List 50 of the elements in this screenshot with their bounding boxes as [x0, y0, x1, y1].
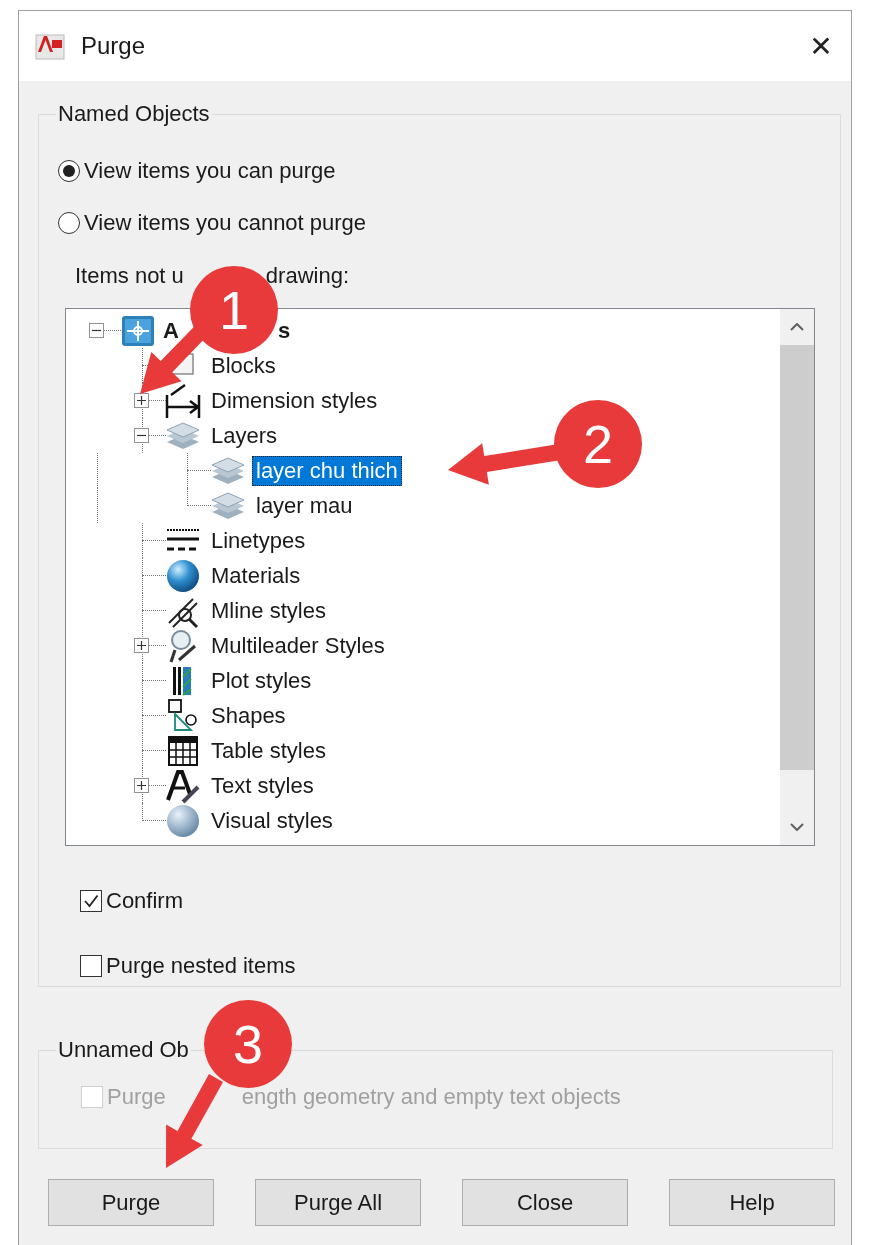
- tree-item[interactable]: Linetypes: [207, 525, 310, 556]
- sphere-icon: [165, 557, 201, 594]
- option-label: Purge nested items: [106, 953, 296, 979]
- scroll-down-icon: [790, 823, 804, 831]
- plus-icon: [136, 640, 147, 651]
- expander-toggle[interactable]: [134, 638, 149, 653]
- tree-item[interactable]: Layers: [207, 420, 282, 451]
- expander-toggle[interactable]: [134, 778, 149, 793]
- scrollbar-thumb[interactable]: [780, 345, 814, 770]
- dialog-button[interactable]: Purge: [48, 1179, 214, 1226]
- app-icon: [35, 32, 65, 60]
- option-label: View items you cannot purge: [84, 210, 367, 236]
- option-label: Purge: [107, 1084, 166, 1110]
- tree-item[interactable]: layer mau: [252, 490, 357, 521]
- tree-item[interactable]: Dimension styles: [207, 385, 382, 416]
- tree-item[interactable]: Materials: [207, 560, 305, 591]
- tree-label: Items not u: [75, 263, 184, 289]
- group-title: Unnamed Ob: [57, 1037, 190, 1063]
- checkbox[interactable]: [80, 955, 102, 977]
- plus-icon: [136, 780, 147, 791]
- tree-item[interactable]: Plot styles: [207, 665, 316, 696]
- dialog-button[interactable]: Purge All: [255, 1179, 421, 1226]
- tree-item[interactable]: Shapes: [207, 700, 290, 731]
- checkmark-icon: [82, 892, 100, 910]
- tree-item[interactable]: A: [162, 315, 180, 346]
- dimension-icon: [165, 382, 201, 419]
- scrollbar[interactable]: [780, 309, 814, 845]
- tree-item[interactable]: Mline styles: [207, 595, 330, 626]
- expander-toggle[interactable]: [89, 323, 104, 338]
- close-button[interactable]: ✕: [793, 18, 849, 74]
- tree-item[interactable]: Text styles: [207, 770, 318, 801]
- group-title: Named Objects: [57, 101, 211, 127]
- radio-button[interactable]: [58, 160, 80, 182]
- tree-item[interactable]: Multileader Styles: [207, 630, 389, 661]
- tree-item[interactable]: Table styles: [207, 735, 330, 766]
- plus-icon: [136, 395, 147, 406]
- dialog-button[interactable]: Close: [462, 1179, 628, 1226]
- expander-toggle[interactable]: [134, 393, 149, 408]
- tree-item[interactable]: layer chu thich: [252, 455, 402, 486]
- checkbox[interactable]: [80, 890, 102, 912]
- option-label: Confirm: [106, 888, 183, 914]
- tree-item[interactable]: Visual styles: [207, 805, 337, 836]
- radio-button[interactable]: [58, 212, 80, 234]
- dialog-button[interactable]: Help: [669, 1179, 835, 1226]
- option-label: View items you can purge: [84, 158, 336, 184]
- text-style-icon: [165, 767, 201, 804]
- window-title: Purge: [81, 32, 146, 60]
- scroll-up-icon: [790, 323, 804, 331]
- expander-toggle[interactable]: [134, 428, 149, 443]
- sphere-icon: [165, 802, 201, 839]
